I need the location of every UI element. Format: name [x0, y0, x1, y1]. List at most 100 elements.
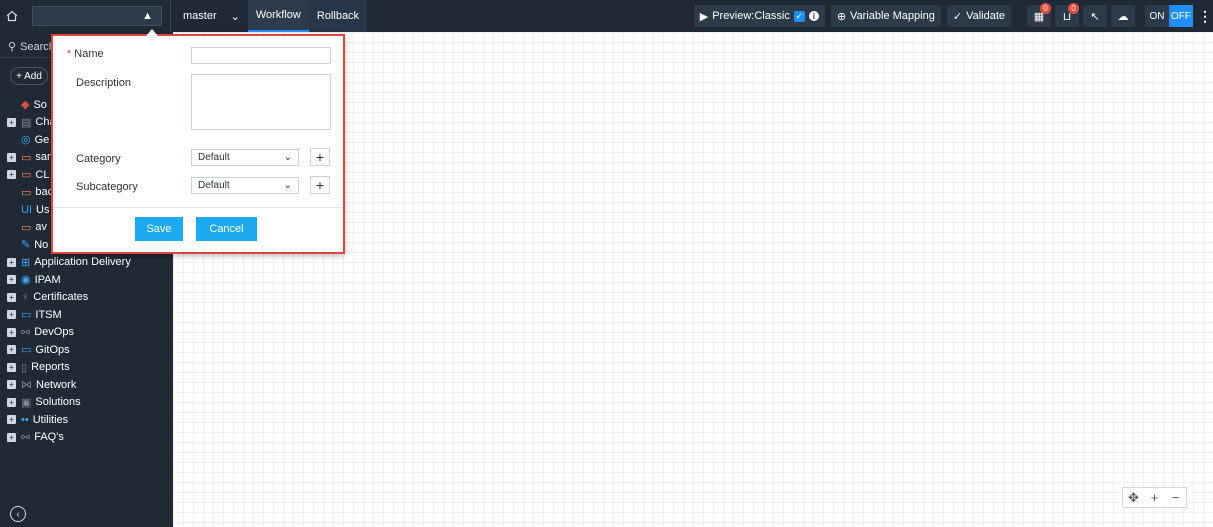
branch-select[interactable]: master ⌄ — [171, 0, 248, 32]
search-placeholder: Search — [20, 40, 55, 53]
expand-icon[interactable]: + — [7, 292, 16, 302]
info-icon[interactable]: i — [808, 11, 819, 21]
dialog-caret — [146, 29, 158, 36]
fit-icon[interactable]: ✥ — [1123, 488, 1144, 507]
expand-icon[interactable]: + — [7, 380, 16, 390]
expand-icon[interactable]: + — [7, 310, 16, 320]
tab-workflow[interactable]: Workflow — [247, 0, 309, 32]
tree-item-label: No — [34, 238, 49, 251]
note-icon: ✎ — [21, 239, 31, 252]
target-icon: ◉ — [21, 274, 31, 287]
tab-rollback[interactable]: Rollback — [308, 0, 368, 32]
category-select[interactable]: Default ⌄ — [191, 149, 299, 166]
more-icon[interactable]: ⋮ — [1197, 8, 1213, 25]
description-textarea[interactable] — [191, 74, 331, 130]
tree-item-label: Application Delivery — [34, 256, 131, 269]
tree-item-label: FAQ's — [34, 431, 64, 444]
validate-button[interactable]: ✓ Validate — [946, 5, 1011, 27]
tree-item-label: Utilities — [32, 413, 69, 426]
folder-icon: ▭ — [21, 344, 32, 357]
name-label: * Name — [67, 48, 104, 60]
tree-item-label: Certificates — [33, 291, 89, 304]
tree-item-label: Ge — [34, 133, 50, 146]
preview-button[interactable]: ▶ Preview:Classic ✓ i — [693, 5, 825, 27]
tree-item[interactable]: + ◉ IPAM — [0, 271, 173, 289]
tree-item[interactable]: + ⋈ Network — [0, 376, 173, 394]
expand-icon[interactable]: + — [7, 432, 16, 442]
category-label: Category — [76, 153, 121, 165]
expand-icon[interactable]: + — [7, 345, 16, 355]
tree-item-label: IPAM — [34, 273, 61, 286]
home-icon[interactable] — [0, 0, 24, 32]
tree-item-label: Us — [36, 203, 50, 216]
subcategory-select[interactable]: Default ⌄ — [191, 177, 299, 194]
expand-icon[interactable]: + — [7, 117, 16, 127]
project-select[interactable]: ▲ — [32, 6, 162, 26]
tree-item[interactable]: + ⊞ Application Delivery — [0, 254, 173, 272]
check-circle-icon: ✓ — [952, 10, 963, 23]
zoom-controls: ✥ + − — [1122, 487, 1187, 508]
cloud-button[interactable]: ☁ — [1111, 5, 1135, 27]
play-icon: ▶ — [699, 10, 709, 23]
create-workflow-dialog: * Name Description Category Default ⌄ + S… — [51, 29, 345, 254]
ui-icon: UI — [21, 203, 32, 216]
chart-icon: ▤ — [21, 116, 32, 129]
toggle-off[interactable]: OFF — [1169, 5, 1193, 27]
branch-label: master — [183, 10, 217, 22]
expand-icon[interactable]: + — [7, 327, 16, 337]
expand-icon[interactable]: + — [7, 275, 16, 285]
category-value: Default — [198, 152, 230, 163]
folder-icon: ▭ — [21, 309, 32, 322]
tree-item[interactable]: + ⚯ DevOps — [0, 324, 173, 342]
expand-icon[interactable]: + — [7, 397, 16, 407]
top-toolbar: ▲ master ⌄ Workflow Rollback ▶ Preview:C… — [0, 0, 1213, 32]
expand-icon[interactable]: + — [7, 170, 16, 180]
zoom-out-button[interactable]: − — [1165, 488, 1186, 507]
diamond-icon: ◆ — [21, 99, 30, 112]
on-off-toggle[interactable]: ON OFF — [1145, 5, 1193, 27]
tree-item[interactable]: + ▣ Solutions — [0, 394, 173, 412]
tree-item-label: Solutions — [35, 396, 81, 409]
expand-icon[interactable]: + — [7, 362, 16, 372]
tree-item-label: Network — [36, 378, 77, 391]
collapse-sidebar-icon[interactable]: ‹ — [10, 506, 26, 522]
variable-mapping-label: Variable Mapping — [850, 10, 935, 22]
globe-icon: ⊕ — [836, 10, 847, 23]
tree-item[interactable]: + •• Utilities — [0, 411, 173, 429]
required-marker: * — [67, 48, 72, 60]
doc-icon: ▯ — [21, 361, 28, 374]
save-button[interactable]: Save — [135, 217, 183, 241]
dots-icon: •• — [21, 413, 29, 426]
tree-item[interactable]: + ⚯ FAQ's — [0, 429, 173, 447]
tree-item-label: DevOps — [34, 326, 74, 339]
add-button[interactable]: + Add — [10, 67, 48, 85]
preview-checkbox[interactable]: ✓ — [793, 10, 805, 22]
tree-item-label: av — [35, 221, 48, 234]
toggle-on[interactable]: ON — [1145, 5, 1169, 27]
tree-item-label: ITSM — [35, 308, 62, 321]
tree-item[interactable]: + ▯ Reports — [0, 359, 173, 377]
search-icon: ⚲ — [8, 41, 17, 53]
tree-item[interactable]: + ▭ ITSM — [0, 306, 173, 324]
name-input[interactable] — [191, 47, 331, 64]
tree-item[interactable]: + ♀ Certificates — [0, 289, 173, 307]
folder-icon: ▭ — [21, 221, 32, 234]
right-tools: ▶ Preview:Classic ✓ i ⊕ Variable Mapping… — [693, 0, 1213, 32]
calendar-button[interactable]: ▦ 0 — [1027, 3, 1051, 27]
folder-icon: ▭ — [21, 186, 32, 199]
expand-icon[interactable]: + — [7, 257, 16, 267]
cancel-button[interactable]: Cancel — [196, 217, 257, 241]
tree-item-label: So — [33, 98, 47, 111]
dialog-divider — [53, 207, 343, 208]
expand-icon[interactable]: + — [7, 415, 16, 425]
variable-mapping-button[interactable]: ⊕ Variable Mapping — [830, 5, 941, 27]
tree-item[interactable]: + ▭ GitOps — [0, 341, 173, 359]
cart-button[interactable]: ⊔ 0 — [1055, 3, 1079, 27]
add-subcategory-button[interactable]: + — [310, 176, 330, 194]
chevron-up-icon: ▲ — [142, 10, 153, 22]
wand-button[interactable]: ↖ — [1083, 5, 1107, 27]
zoom-in-button[interactable]: + — [1144, 488, 1165, 507]
chevron-down-icon: ⌄ — [230, 10, 240, 23]
add-category-button[interactable]: + — [310, 148, 330, 166]
expand-icon[interactable]: + — [7, 152, 16, 162]
